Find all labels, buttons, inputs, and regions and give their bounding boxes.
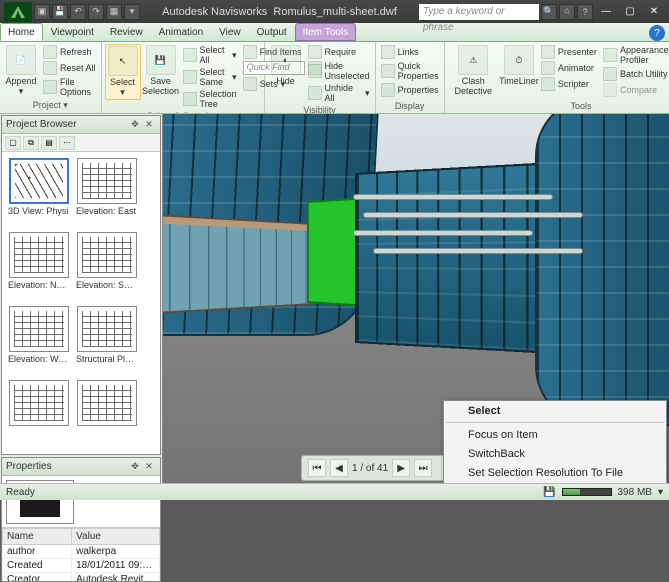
unhide-all-button[interactable]: Unhide All ▾	[306, 82, 372, 104]
qat-redo-icon[interactable]: ↷	[88, 4, 104, 20]
panel-close-icon[interactable]: ✕	[142, 118, 156, 132]
qat-open-icon[interactable]: ▣	[34, 4, 50, 20]
props-pin-icon[interactable]: ✥	[128, 460, 142, 474]
sheet-thumbnail[interactable]: Structural Plan…	[76, 306, 138, 374]
model-low-wing	[163, 211, 313, 317]
nav-first-icon[interactable]: ⏮	[308, 459, 326, 477]
browser-tool-1[interactable]: ▢	[5, 136, 21, 150]
tab-viewpoint[interactable]: Viewpoint	[43, 23, 102, 41]
browser-tool-2[interactable]: ⧉	[23, 136, 39, 150]
project-browser-panel: Project Browser ✥✕ ▢ ⧉ ▤ ⋯ 3D View: Physi…	[1, 115, 161, 455]
minimize-button[interactable]: —	[595, 4, 617, 20]
presenter-button[interactable]: Presenter	[539, 44, 599, 60]
animator-button[interactable]: Animator	[539, 60, 599, 76]
scripter-button[interactable]: Scripter	[539, 76, 599, 92]
batch-utility-button[interactable]: Batch Utility	[601, 66, 669, 82]
hide-button[interactable]: ◐Hide	[268, 44, 304, 87]
window-title: Autodesk Navisworks Romulus_multi-sheet.…	[140, 6, 419, 18]
context-menu-header: Select	[444, 401, 666, 420]
sheet-thumbnail[interactable]: Elevation: West	[8, 306, 70, 374]
browser-toolbar: ▢ ⧉ ▤ ⋯	[2, 134, 160, 152]
maximize-button[interactable]: ▢	[619, 4, 641, 20]
help-icon[interactable]: ?	[577, 4, 593, 20]
properties-panel: Properties✥✕ NameValue authorwalkerpaCre…	[1, 457, 161, 582]
nav-last-icon[interactable]: ⏭	[414, 459, 432, 477]
refresh-button[interactable]: Refresh	[41, 44, 98, 60]
sheet-thumbnail[interactable]	[76, 380, 138, 448]
properties-title: Properties	[6, 461, 52, 472]
property-row[interactable]: authorwalkerpa	[3, 545, 160, 559]
qat-select-icon[interactable]: ▦	[106, 4, 122, 20]
select-same-button[interactable]: Select Same ▾	[181, 66, 239, 88]
tab-output[interactable]: Output	[249, 23, 295, 41]
project-browser-title: Project Browser	[6, 119, 77, 130]
status-bar: Ready 💾 398 MB ▾	[0, 483, 669, 500]
require-button[interactable]: Require	[306, 44, 372, 60]
save-selection-button[interactable]: 💾Save Selection	[143, 44, 179, 97]
property-row[interactable]: CreatorAutodesk Revit Architectu	[3, 573, 160, 582]
browser-tool-4[interactable]: ⋯	[59, 136, 75, 150]
props-close-icon[interactable]: ✕	[142, 460, 156, 474]
context-menu: SelectFocus on ItemSwitchBackSet Selecti…	[443, 400, 667, 483]
nav-prev-icon[interactable]: ◀	[330, 459, 348, 477]
hide-unselected-button[interactable]: Hide Unselected	[306, 60, 372, 82]
title-bar: ▣ 💾 ↶ ↷ ▦ ▾ Autodesk Navisworks Romulus_…	[0, 0, 669, 23]
context-menu-item[interactable]: SwitchBack	[444, 444, 666, 463]
status-text: Ready	[6, 487, 35, 498]
qat-more-icon[interactable]: ▾	[124, 4, 140, 20]
col-value[interactable]: Value	[72, 529, 160, 545]
sheet-thumbnail[interactable]: Elevation: North	[8, 232, 70, 300]
nav-page-indicator: 1 / of 41	[352, 463, 388, 474]
properties-button[interactable]: Properties	[379, 82, 441, 98]
browser-tool-3[interactable]: ▤	[41, 136, 57, 150]
tab-animation[interactable]: Animation	[151, 23, 211, 41]
reset-all-button[interactable]: Reset All	[41, 60, 98, 76]
property-row[interactable]: Created18/01/2011 09:24:07	[3, 559, 160, 573]
qat-save-icon[interactable]: 💾	[52, 4, 68, 20]
memory-text: 398 MB	[618, 487, 652, 498]
selection-tree-button[interactable]: Selection Tree	[181, 88, 239, 110]
3d-viewport[interactable]: SelectFocus on ItemSwitchBackSet Selecti…	[163, 114, 669, 483]
sheet-thumbnail[interactable]: 3D View: Physi	[8, 158, 70, 226]
tab-view[interactable]: View	[211, 23, 249, 41]
app-logo[interactable]	[4, 2, 32, 22]
ribbon-tab-strip: Home Viewpoint Review Animation View Out…	[0, 23, 669, 42]
append-button[interactable]: 📄Append▾	[3, 44, 39, 98]
tab-review[interactable]: Review	[102, 23, 151, 41]
clash-detective-button[interactable]: ⚠Clash Detective	[448, 44, 499, 97]
timeliner-button[interactable]: ⏱TimeLiner	[501, 44, 537, 87]
panel-pin-icon[interactable]: ✥	[128, 118, 142, 132]
properties-table: NameValue authorwalkerpaCreated18/01/201…	[2, 528, 160, 581]
context-menu-item[interactable]: Set Selection Resolution To File	[444, 463, 666, 482]
close-button[interactable]: ✕	[643, 4, 665, 20]
search-icon[interactable]: 🔍	[541, 4, 557, 20]
memory-bar	[562, 488, 612, 496]
tab-item-tools[interactable]: Item Tools	[295, 23, 356, 41]
select-button[interactable]: ↖Select▾	[105, 44, 141, 100]
quick-properties-button[interactable]: Quick Properties	[379, 60, 441, 82]
links-button[interactable]: Links	[379, 44, 441, 60]
appearance-profiler-button[interactable]: Appearance Profiler	[601, 44, 669, 66]
status-disk-icon: 💾	[543, 487, 555, 498]
qat-undo-icon[interactable]: ↶	[70, 4, 86, 20]
context-menu-item[interactable]: Focus on Item	[444, 425, 666, 444]
file-options-button[interactable]: File Options	[41, 76, 98, 98]
context-menu-item[interactable]: Set Selection Resolution To Layer	[444, 482, 666, 483]
model-pipes	[353, 184, 613, 314]
infocenter-icon[interactable]: ☆	[559, 4, 575, 20]
sheet-grid: 3D View: PhysiElevation: EastElevation: …	[2, 152, 160, 454]
sheet-thumbnail[interactable]: Elevation: East	[76, 158, 138, 226]
sheet-thumbnail[interactable]	[8, 380, 70, 448]
left-panel-column: Project Browser✥✕ ▢ ⧉ ▤ ⋯ 3D View: Physi…	[0, 114, 163, 483]
col-name[interactable]: Name	[3, 529, 72, 545]
help-search-input[interactable]: Type a keyword or phrase	[419, 4, 539, 20]
ribbon: 📄Append▾ Refresh Reset All File Options …	[0, 42, 669, 114]
ribbon-help-icon[interactable]: ?	[649, 25, 665, 41]
status-more-icon[interactable]: ▾	[658, 487, 663, 498]
compare-button[interactable]: Compare	[601, 82, 669, 98]
tab-home[interactable]: Home	[0, 23, 43, 41]
nav-next-icon[interactable]: ▶	[392, 459, 410, 477]
select-all-button[interactable]: Select All ▾	[181, 44, 239, 66]
sheet-thumbnail[interactable]: Elevation: South	[76, 232, 138, 300]
